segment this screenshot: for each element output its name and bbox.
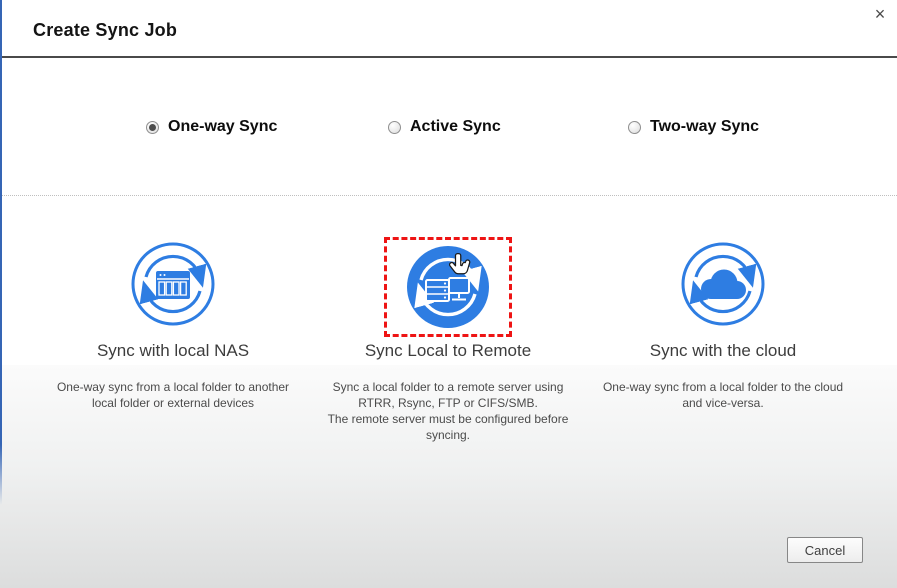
create-sync-job-dialog: Create Sync Job × One-way Sync Active Sy… <box>0 0 897 588</box>
section-divider <box>0 195 897 196</box>
local-to-remote-icon-wrap[interactable] <box>384 237 512 337</box>
option-description: Sync a local folder to a remote server u… <box>327 380 569 442</box>
window-left-edge <box>0 0 2 505</box>
close-icon[interactable]: × <box>869 3 891 25</box>
option-description: One-way sync from a local folder to anot… <box>56 380 290 410</box>
radio-two-way-sync[interactable]: Two-way Sync <box>628 118 759 136</box>
cloud-sync-icon-wrap[interactable] <box>662 237 784 331</box>
cancel-button[interactable]: Cancel <box>787 537 863 563</box>
radio-label[interactable]: Active Sync <box>410 118 501 136</box>
option-title[interactable]: Sync Local to Remote <box>303 341 593 361</box>
radio-label[interactable]: Two-way Sync <box>650 118 759 136</box>
local-to-remote-sync-icon[interactable] <box>405 244 491 330</box>
header-divider <box>0 56 897 58</box>
nas-sync-icon-wrap[interactable] <box>112 237 234 331</box>
option-sync-with-the-cloud[interactable]: Sync with the cloud One-way sync from a … <box>578 210 868 460</box>
radio-button-icon[interactable] <box>628 120 641 134</box>
option-sync-local-to-remote[interactable]: Sync Local to Remote Sync a local folder… <box>303 210 593 460</box>
option-title[interactable]: Sync with local NAS <box>28 341 318 361</box>
radio-label[interactable]: One-way Sync <box>168 118 277 136</box>
cloud-sync-icon[interactable] <box>680 241 766 327</box>
option-description: One-way sync from a local folder to the … <box>602 380 844 410</box>
radio-active-sync[interactable]: Active Sync <box>388 118 501 136</box>
option-sync-with-local-nas[interactable]: Sync with local NAS One-way sync from a … <box>28 210 318 460</box>
option-title[interactable]: Sync with the cloud <box>578 341 868 361</box>
dialog-title: Create Sync Job <box>33 20 178 40</box>
nas-sync-icon[interactable] <box>130 241 216 327</box>
radio-button-icon[interactable] <box>146 120 159 134</box>
radio-one-way-sync[interactable]: One-way Sync <box>146 118 277 136</box>
radio-button-icon[interactable] <box>388 120 401 134</box>
